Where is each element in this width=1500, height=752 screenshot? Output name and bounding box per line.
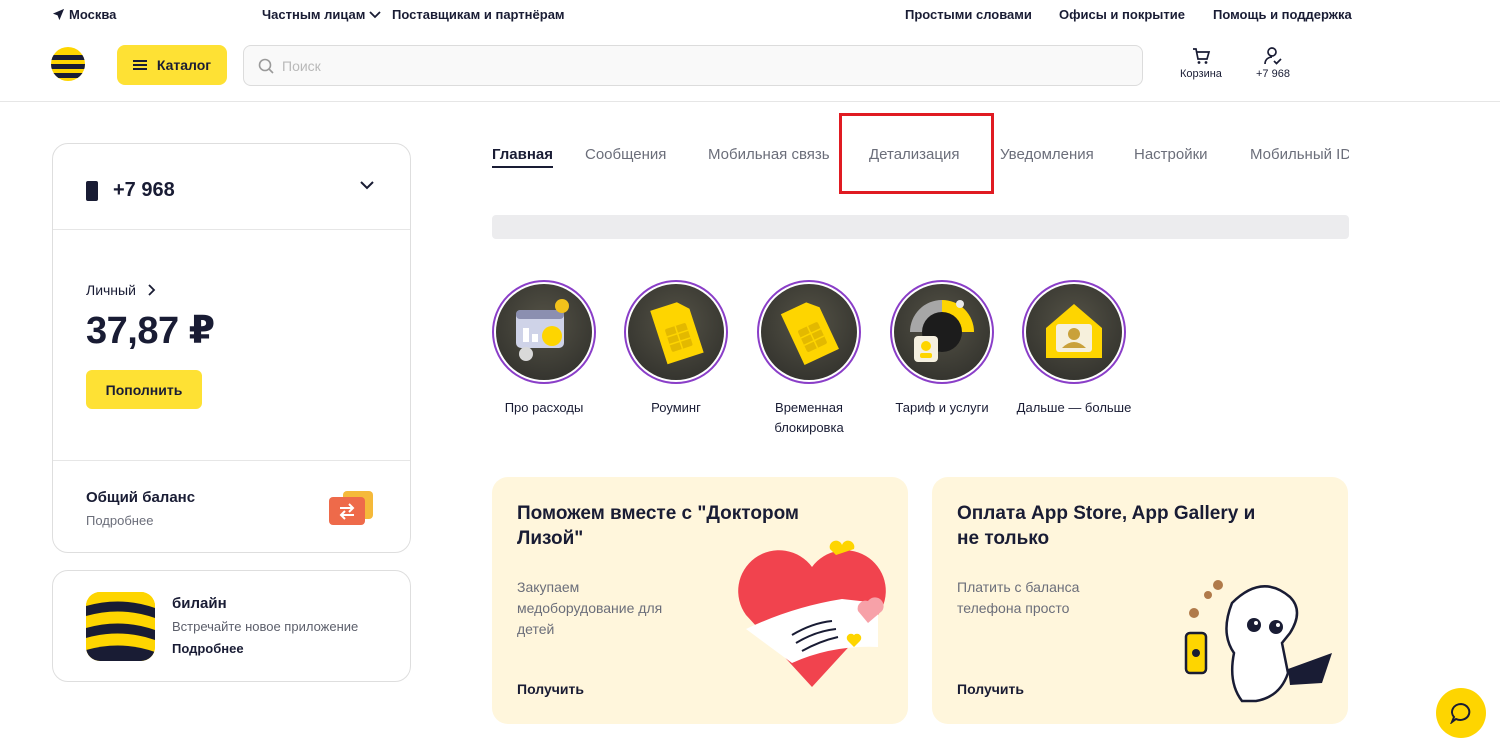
partners-link[interactable]: Поставщикам и партнёрам (392, 7, 565, 22)
city-label: Москва (69, 7, 117, 22)
story-expenses[interactable]: Про расходы (479, 280, 609, 418)
account-tabs: Главная Сообщения Мобильная связь Детали… (492, 146, 1349, 170)
shared-balance-more[interactable]: Подробнее (86, 513, 153, 528)
header: Каталог Корзина +7 968 (0, 30, 1500, 102)
app-more-link[interactable]: Подробнее (172, 641, 244, 656)
promo-text: Закупаем медоборудование для детей (517, 579, 663, 637)
heart-hands-illustration-icon (738, 540, 886, 687)
shared-balance-title: Общий баланс (86, 489, 196, 506)
offices-link[interactable]: Офисы и покрытие (1059, 7, 1185, 22)
search-bar[interactable] (243, 45, 1143, 86)
balance-label-link[interactable]: Личный (86, 282, 156, 298)
tab-mobile-id[interactable]: Мобильный ID (1250, 146, 1349, 163)
story-block[interactable]: Временная блокировка (744, 280, 874, 438)
cart-icon (1192, 48, 1211, 64)
balance-value: 37,87 ₽ (86, 310, 215, 352)
user-check-icon (1264, 47, 1282, 65)
promo-title: Оплата App Store, App Gallery и не тольк… (957, 503, 1256, 549)
simple-words-link[interactable]: Простыми словами (905, 7, 1032, 22)
chevron-down-icon (369, 10, 382, 18)
beeline-logo[interactable] (51, 47, 85, 81)
sim-card-icon (761, 284, 857, 380)
profile-label: +7 968 (1256, 68, 1290, 80)
story-label: Про расходы (504, 400, 584, 415)
shared-balance-row[interactable]: Общий баланс Подробнее (53, 460, 410, 552)
beeline-app-logo (86, 592, 155, 661)
story-tariff[interactable]: Тариф и услуги (877, 280, 1007, 418)
promo-cta[interactable]: Получить (957, 681, 1024, 697)
app-title: билайн (172, 595, 227, 612)
segment-dropdown[interactable]: Частным лицам (262, 7, 382, 22)
story-label: Тариф и услуги (895, 400, 989, 415)
tab-details[interactable]: Детализация (869, 146, 960, 163)
location-arrow-icon (52, 8, 65, 21)
story-label: Дальше — больше (1016, 400, 1132, 415)
tab-main[interactable]: Главная (492, 146, 554, 168)
promo-text: Платить с баланса телефона просто (957, 579, 1080, 616)
tab-notifications[interactable]: Уведомления (1000, 146, 1094, 163)
tariff-illustration-icon (894, 284, 990, 380)
menu-icon (132, 60, 147, 70)
help-link[interactable]: Помощь и поддержка (1213, 7, 1352, 22)
chevron-right-icon (148, 284, 156, 296)
dragon-mascot-illustration-icon (1184, 580, 1332, 703)
catalog-label: Каталог (156, 57, 212, 73)
wallet-icon (329, 491, 373, 525)
search-input[interactable] (282, 57, 1082, 74)
search-icon (258, 58, 274, 74)
phone-icon (86, 181, 98, 201)
catalog-button[interactable]: Каталог (117, 45, 227, 85)
promo-card-app-store[interactable]: Оплата App Store, App Gallery и не тольк… (932, 477, 1348, 724)
cart-label: Корзина (1180, 68, 1222, 80)
tab-mobile[interactable]: Мобильная связь (708, 146, 830, 163)
balance-label: Личный (86, 282, 136, 298)
profile-button[interactable]: +7 968 (1256, 46, 1290, 80)
top-bar: Москва Частным лицам Поставщикам и партн… (0, 0, 1500, 30)
story-label: Временная блокировка (774, 400, 844, 435)
home-user-icon (1026, 284, 1122, 380)
promo-cta[interactable]: Получить (517, 681, 584, 697)
phone-selector[interactable]: +7 968 (53, 144, 410, 230)
account-card: +7 968 Личный 37,87 ₽ Пополнить Общий ба… (52, 143, 411, 553)
app-promo-card[interactable]: билайн Встречайте новое приложение Подро… (52, 570, 411, 682)
chevron-down-icon (360, 181, 374, 190)
story-label: Роуминг (651, 400, 701, 415)
cart-button[interactable]: Корзина (1180, 46, 1222, 80)
tab-messages[interactable]: Сообщения (585, 146, 666, 163)
loading-placeholder (492, 215, 1349, 239)
promo-card-doctor-liza[interactable]: Поможем вместе с "Доктором Лизой" Закупа… (492, 477, 908, 724)
city-selector[interactable]: Москва (52, 7, 116, 22)
segment-label: Частным лицам (262, 7, 366, 22)
sim-card-icon (628, 284, 724, 380)
expenses-illustration-icon (496, 284, 592, 380)
chat-button[interactable] (1436, 688, 1486, 738)
app-subtitle: Встречайте новое приложение (172, 619, 359, 634)
story-roaming[interactable]: Роуминг (611, 280, 741, 418)
tab-settings[interactable]: Настройки (1134, 146, 1208, 163)
story-more[interactable]: Дальше — больше (1009, 280, 1139, 418)
chat-bubble-icon (1450, 702, 1471, 724)
topup-button[interactable]: Пополнить (86, 370, 202, 409)
phone-number: +7 968 (113, 179, 175, 201)
